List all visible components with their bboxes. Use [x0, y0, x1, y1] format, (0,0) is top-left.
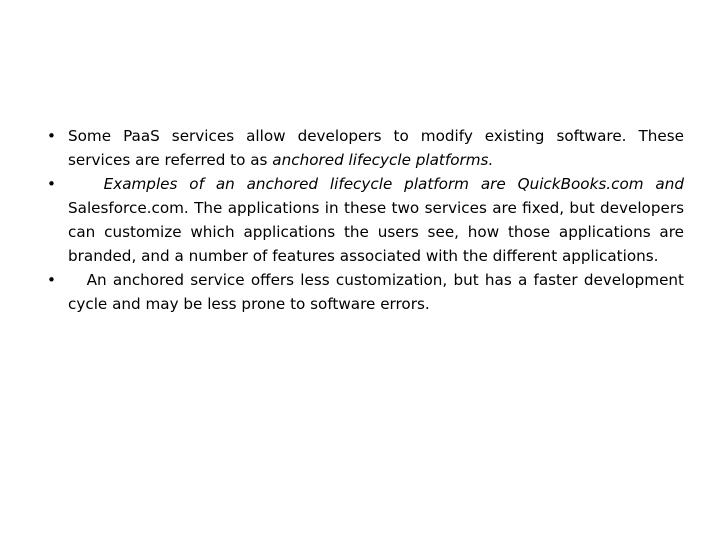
bullet-point-icon: •: [47, 271, 56, 289]
slide-body-text-placeholder: • Some PaaS services allow developers to…: [36, 124, 684, 316]
bullet-point-icon: •: [47, 127, 56, 145]
list-item: • Some PaaS services allow developers to…: [36, 124, 684, 172]
bullet-point-icon: •: [47, 175, 56, 193]
text-run: An anchored service offers less customiz…: [68, 271, 685, 313]
text-run: Salesforce.com. The applications in thes…: [68, 199, 684, 265]
bullet-list: • Some PaaS services allow developers to…: [36, 124, 684, 316]
bullet-item-text: Examples of an anchored lifecycle platfo…: [68, 172, 684, 268]
slide-canvas: • Some PaaS services allow developers to…: [0, 0, 720, 540]
bullet-item-text: An anchored service offers less customiz…: [68, 268, 684, 316]
bullet-item-text: Some PaaS services allow developers to m…: [68, 124, 684, 172]
list-item: • An anchored service offers less custom…: [36, 268, 684, 316]
text-run-italic: anchored lifecycle platforms.: [272, 151, 494, 169]
list-item: • Examples of an anchored lifecycle plat…: [36, 172, 684, 268]
text-run-italic: Examples of an anchored lifecycle platfo…: [103, 175, 684, 193]
